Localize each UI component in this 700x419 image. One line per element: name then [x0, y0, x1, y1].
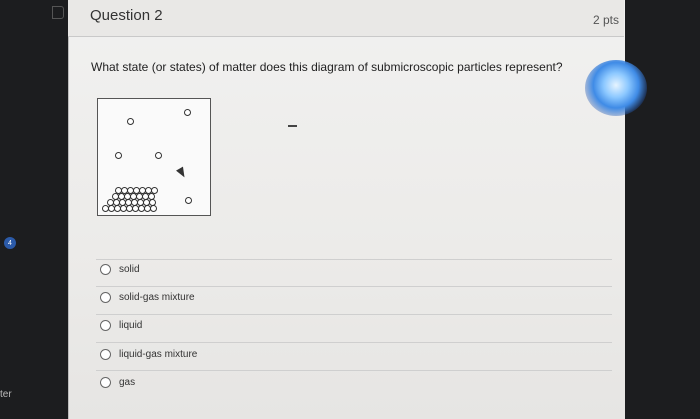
particle-diagram: [97, 98, 211, 216]
divider: [96, 342, 612, 343]
question-points: 2 pts: [593, 13, 620, 27]
flag-icon[interactable]: [52, 6, 64, 19]
gas-particle: [115, 152, 122, 159]
light-glare: [585, 60, 647, 116]
radio-icon[interactable]: [100, 376, 111, 388]
divider: [96, 314, 612, 315]
option-liquid[interactable]: liquid: [100, 318, 142, 332]
dash-mark: [288, 125, 297, 127]
option-label: solid: [119, 263, 140, 275]
divider: [96, 259, 612, 260]
option-label: liquid-gas mixture: [119, 348, 198, 360]
option-label: liquid: [119, 319, 143, 331]
option-liquid-gas-mixture[interactable]: liquid-gas mixture: [100, 347, 197, 361]
divider: [96, 370, 612, 371]
radio-icon[interactable]: [100, 319, 111, 331]
question-number-badge: 4: [4, 237, 16, 249]
option-label: solid-gas mixture: [119, 291, 195, 303]
gas-particle: [185, 197, 192, 204]
option-solid-gas-mixture[interactable]: solid-gas mixture: [100, 290, 195, 304]
side-text: ter: [0, 389, 12, 400]
option-label: gas: [119, 376, 136, 388]
question-title: Question 2: [90, 7, 163, 24]
radio-icon[interactable]: [100, 263, 111, 275]
option-gas[interactable]: gas: [100, 375, 135, 389]
option-solid[interactable]: solid: [100, 262, 140, 276]
gas-particle: [184, 109, 191, 116]
divider: [96, 286, 612, 287]
solid-particle: [150, 205, 157, 212]
gas-particle: [155, 152, 162, 159]
radio-icon[interactable]: [100, 291, 111, 303]
radio-icon[interactable]: [100, 348, 111, 360]
question-prompt: What state (or states) of matter does th…: [91, 60, 563, 74]
gas-particle: [127, 118, 134, 125]
